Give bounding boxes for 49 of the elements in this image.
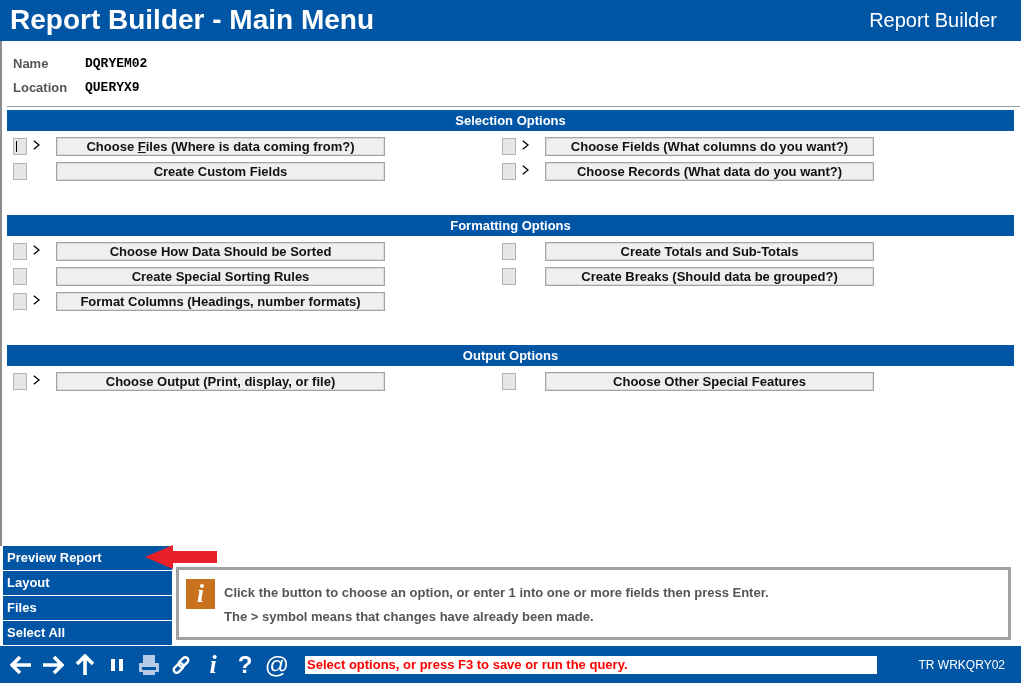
option-input[interactable]: [13, 163, 27, 180]
option-button[interactable]: Create Special Sorting Rules: [56, 267, 385, 286]
pause-icon[interactable]: [111, 658, 123, 671]
help-icon[interactable]: ?: [237, 651, 253, 678]
info-icon: i: [186, 579, 215, 609]
option-button[interactable]: Choose Files (Where is data coming from?): [56, 137, 385, 156]
side-menu-item[interactable]: Layout: [3, 571, 143, 596]
option-input[interactable]: [502, 138, 516, 155]
option-button[interactable]: Create Custom Fields: [56, 162, 385, 181]
option-button[interactable]: Format Columns (Headings, number formats): [56, 292, 385, 311]
printer-icon[interactable]: [139, 654, 159, 675]
option-button[interactable]: Choose Records (What data do you want?): [545, 162, 874, 181]
option-input[interactable]: [13, 268, 27, 285]
option-input[interactable]: [502, 373, 516, 390]
option-input[interactable]: [502, 243, 516, 260]
at-sign-icon[interactable]: @: [264, 651, 290, 678]
option-button[interactable]: Choose How Data Should be Sorted: [56, 242, 385, 261]
option-input[interactable]: [13, 243, 27, 260]
option-button[interactable]: Choose Output (Print, display, or file): [56, 372, 385, 391]
side-menu-item[interactable]: Select All: [3, 621, 143, 646]
option-input[interactable]: [13, 293, 27, 310]
option-input[interactable]: [502, 163, 516, 180]
option-input[interactable]: [13, 138, 27, 155]
field-label: Name: [13, 55, 50, 73]
option-button[interactable]: Choose Other Special Features: [545, 372, 874, 391]
option-button[interactable]: Create Totals and Sub-Totals: [545, 242, 874, 261]
section-header: Output Options: [7, 345, 1014, 366]
field-label: Location: [13, 79, 69, 97]
option-input[interactable]: [502, 268, 516, 285]
left-arrow-icon[interactable]: [10, 654, 32, 675]
info-text: Click the button to choose an option, or enter 1 into one or more fields then press Enter.: [224, 584, 769, 602]
option-input[interactable]: [13, 373, 27, 390]
screen-id: TR WRKQRY02: [918, 657, 1005, 672]
option-button[interactable]: Create Breaks (Should data be grouped?): [545, 267, 874, 286]
info-text: The > symbol means that changes have already been made.: [224, 608, 595, 626]
up-arrow-icon[interactable]: [75, 653, 95, 676]
info-icon[interactable]: i: [209, 651, 217, 678]
right-arrow-icon[interactable]: [42, 654, 64, 675]
field-value: QUERYX9: [85, 79, 141, 97]
status-message: Select options, or press F3 to save or run the query.: [305, 655, 877, 674]
app-title: Report Builder: [869, 9, 998, 32]
section-header: Selection Options: [7, 110, 1014, 131]
section-header: Formatting Options: [7, 215, 1014, 236]
field-value: DQRYEM02: [85, 55, 148, 73]
option-button[interactable]: Choose Fields (What columns do you want?): [545, 137, 874, 156]
side-menu-item[interactable]: Files: [3, 596, 143, 621]
chain-link-icon[interactable]: [171, 654, 191, 675]
window-title: Report Builder - Main Menu: [9, 3, 374, 36]
side-menu-item[interactable]: Preview Report: [3, 546, 143, 571]
